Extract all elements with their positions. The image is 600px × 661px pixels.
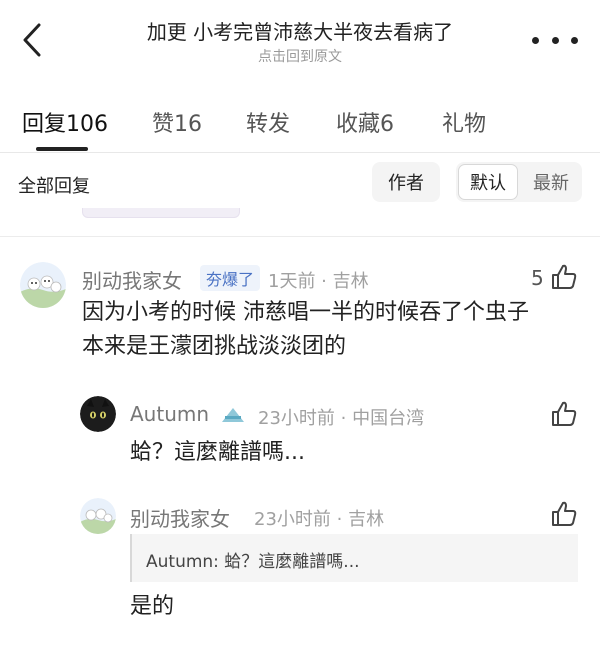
all-replies-label: 全部回复 bbox=[18, 176, 90, 197]
comment-line: 因为小考的时候 沛慈唱一半的时候吞了个虫子 bbox=[82, 300, 529, 325]
like-count: 5 bbox=[531, 266, 544, 290]
more-dots-icon[interactable] bbox=[532, 28, 578, 52]
dot bbox=[571, 36, 578, 44]
chevron-left-icon bbox=[23, 23, 41, 57]
tab-replies[interactable]: 回复106 bbox=[22, 106, 108, 138]
active-tab-indicator bbox=[36, 147, 88, 151]
avatar[interactable] bbox=[80, 498, 116, 534]
comment-meta: 1天前 · 吉林 bbox=[268, 271, 369, 292]
post-title: 加更 小考完曾沛慈大半夜去看病了 bbox=[146, 20, 454, 44]
dot bbox=[532, 36, 539, 44]
reply-meta: 23小时前 · 吉林 bbox=[254, 509, 385, 530]
quoted-reply-text: Autumn: 蛤？這麼離譜嗎... bbox=[146, 552, 360, 572]
divider bbox=[0, 152, 600, 153]
tab-favorites[interactable]: 收藏6 bbox=[336, 106, 394, 138]
comment-username[interactable]: 别动我家女 bbox=[82, 265, 182, 294]
avatar[interactable] bbox=[20, 262, 66, 308]
comment-text: 因为小考的时候 沛慈唱一半的时候吞了个虫子 本来是王濛团挑战淡淡团的 bbox=[82, 296, 582, 364]
reply-text: 是的 bbox=[130, 594, 175, 619]
reply-text: 蛤？這麼離譜嗎... bbox=[130, 440, 305, 465]
author-filter-button[interactable]: 作者 bbox=[372, 162, 440, 202]
tab-reposts[interactable]: 转发 bbox=[246, 106, 290, 138]
tab-bar: 回复106 赞16 转发 收藏6 礼物 bbox=[0, 100, 600, 152]
reply-username[interactable]: Autumn bbox=[130, 402, 209, 426]
reply-meta: 23小时前 · 中国台湾 bbox=[258, 408, 425, 429]
top-bar: 加更 小考完曾沛慈大半夜去看病了 点击回到原文 bbox=[0, 0, 600, 80]
previous-content-edge bbox=[82, 208, 240, 218]
dot bbox=[551, 36, 559, 44]
fan-badge: 夯爆了 bbox=[200, 265, 261, 291]
reply-username[interactable]: 别动我家女 bbox=[130, 503, 230, 532]
divider bbox=[0, 236, 600, 237]
back-button[interactable] bbox=[12, 18, 52, 62]
back-to-original-link[interactable]: 点击回到原文 bbox=[90, 46, 510, 66]
comment-line: 本来是王濛团挑战淡淡团的 bbox=[82, 334, 347, 359]
level-icon bbox=[220, 406, 246, 424]
like-icon[interactable] bbox=[550, 263, 578, 291]
sort-toggle: 默认 最新 bbox=[456, 162, 582, 202]
sort-newest-button[interactable]: 最新 bbox=[522, 164, 580, 200]
like-icon[interactable] bbox=[550, 400, 578, 428]
tab-likes[interactable]: 赞16 bbox=[152, 106, 202, 138]
like-icon[interactable] bbox=[550, 500, 578, 528]
quoted-reply: Autumn: 蛤？這麼離譜嗎... bbox=[130, 534, 578, 582]
sort-default-button[interactable]: 默认 bbox=[458, 164, 518, 200]
tab-gifts[interactable]: 礼物 bbox=[442, 106, 486, 138]
filter-row: 全部回复 作者 默认 最新 bbox=[0, 158, 600, 208]
avatar[interactable] bbox=[80, 396, 116, 432]
